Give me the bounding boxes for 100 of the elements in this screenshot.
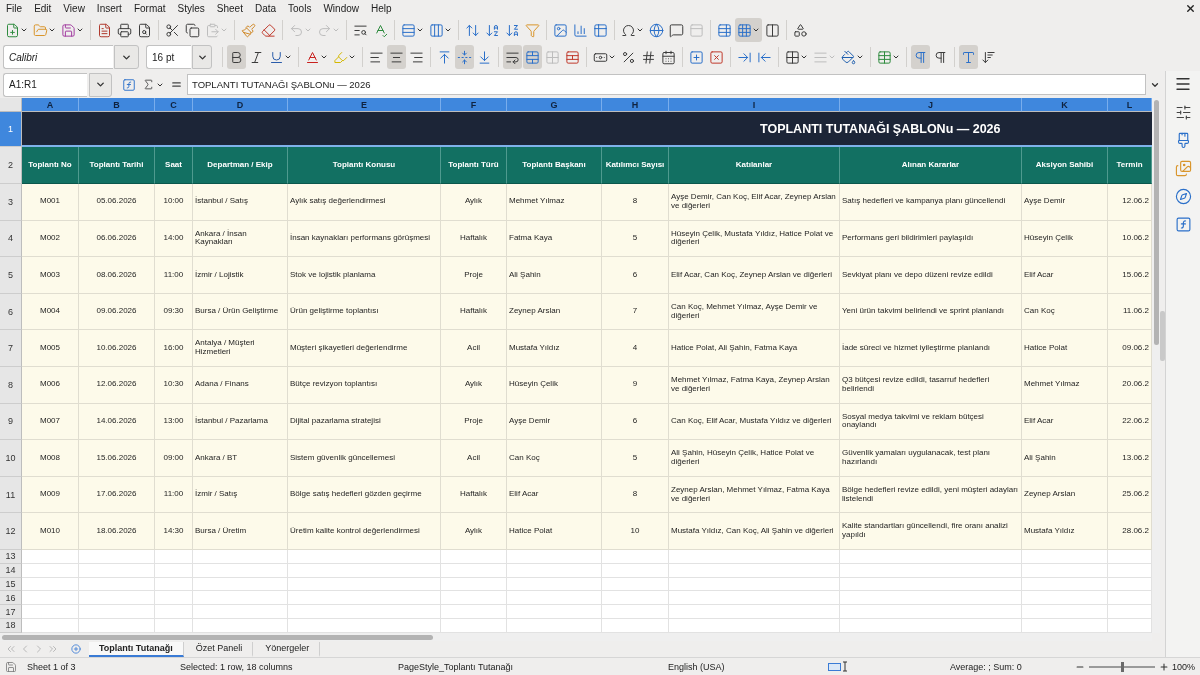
table-cell: Kalite standartları güncellendi, fire oranı analizi yapıldı — [840, 513, 1022, 550]
column-header[interactable]: D — [193, 98, 288, 112]
row-header[interactable]: 12 — [0, 513, 22, 550]
menu-item[interactable]: Help — [365, 0, 398, 17]
column-header[interactable]: K — [1022, 98, 1108, 112]
table-cell: 05.06.2026 — [79, 184, 155, 221]
table-cell: İstanbul / Pazarlama — [193, 403, 288, 441]
sheet-tab[interactable]: Yönergeler — [255, 641, 321, 657]
table-cell: 06.06.2026 — [79, 220, 155, 258]
row-header[interactable]: 2 — [0, 147, 22, 184]
pilcrow-icon — [913, 49, 928, 65]
table-cell: Elif Acar — [507, 476, 602, 514]
table-cell: Ankara / İnsan Kaynakları — [193, 220, 288, 258]
function-icon[interactable] — [1174, 216, 1192, 233]
column-header[interactable]: F — [441, 98, 507, 112]
menu-item[interactable]: Window — [317, 0, 365, 17]
column-header[interactable]: C — [155, 98, 193, 112]
menu-item[interactable]: Styles — [171, 0, 211, 17]
column-heading-cell: Toplantı Türü — [441, 147, 507, 184]
column-heading-cell: Termin — [1108, 147, 1152, 184]
align-center-button[interactable] — [387, 45, 406, 69]
bold-button[interactable] — [227, 45, 246, 69]
plus-circle-icon[interactable] — [71, 644, 81, 654]
title-cell: TOPLANTI TUTANAĞI ŞABLONu — 2026 — [22, 112, 1152, 147]
row-header[interactable]: 17 — [0, 605, 22, 619]
table-cell: Can Koç, Mehmet Yılmaz, Ayşe Demir ve diğerleri — [669, 293, 840, 331]
row-header[interactable]: 5 — [0, 257, 22, 294]
table-cell: Ali Şahin, Hüseyin Çelik, Hatice Polat ve diğerleri — [669, 440, 840, 477]
row-header[interactable]: 11 — [0, 476, 22, 514]
menu-item[interactable]: Sheet — [210, 0, 249, 17]
images-icon[interactable] — [1174, 160, 1192, 177]
close-document-button[interactable] — [1184, 2, 1197, 15]
table-cell: 11:00 — [155, 257, 193, 294]
table-cell: Satış hedefleri ve kampanya planı güncellendi — [840, 184, 1022, 221]
column-header[interactable]: G — [507, 98, 602, 112]
sidebar-collapse-handle[interactable] — [1160, 310, 1165, 361]
formula-input[interactable]: TOPLANTI TUTANAĞI ŞABLONu — 2026 — [187, 74, 1146, 95]
table-cell: M005 — [22, 330, 79, 367]
menu-item[interactable]: File — [0, 0, 29, 17]
menu-item[interactable]: Data — [248, 0, 283, 17]
row-header[interactable]: 10 — [0, 440, 22, 477]
zoom-slider-thumb[interactable] — [1121, 661, 1124, 672]
row-header[interactable]: 4 — [0, 220, 22, 258]
menu-item[interactable]: Tools — [282, 0, 318, 17]
table-cell: 17.06.2026 — [79, 476, 155, 514]
paint-bucket-icon — [841, 49, 856, 65]
column-header[interactable]: L — [1108, 98, 1152, 112]
name-box-dropdown-button[interactable] — [89, 72, 112, 97]
row-header[interactable]: 3 — [0, 184, 22, 221]
row-header[interactable]: 16 — [0, 591, 22, 606]
table-properties-icon — [717, 22, 732, 38]
table-cell: M008 — [22, 440, 79, 477]
row-header[interactable]: 1 — [0, 112, 22, 147]
font-size-dropdown-button[interactable] — [192, 45, 212, 69]
font-name-field[interactable]: Calibri — [3, 45, 113, 69]
column-header[interactable]: J — [840, 98, 1022, 112]
sheet-tab[interactable]: Özet Paneli — [185, 641, 254, 657]
ltr-button[interactable] — [911, 45, 930, 69]
column-header[interactable]: I — [669, 98, 840, 112]
menu-item[interactable]: Insert — [90, 0, 128, 17]
row-header[interactable]: 9 — [0, 403, 22, 441]
compass-icon[interactable] — [1174, 188, 1192, 205]
table-cell: İnsan kaynakları performans görüşmesi — [288, 220, 441, 258]
table-cell: Fatma Kaya — [507, 220, 602, 258]
sliders-icon[interactable] — [1174, 104, 1192, 121]
sheet-tab[interactable]: Toplantı Tutanağı — [89, 641, 184, 657]
column-header[interactable]: H — [602, 98, 669, 112]
spellcheck-icon — [373, 22, 388, 38]
function-wizard-button[interactable] — [120, 76, 138, 93]
merge-center-button[interactable] — [523, 45, 542, 69]
panel-icon — [689, 22, 704, 38]
menu-item[interactable]: Format — [127, 0, 172, 17]
font-size-field[interactable]: 16 pt — [146, 45, 191, 69]
name-box-field[interactable]: A1:R1 — [3, 72, 87, 97]
menu-icon[interactable] — [1174, 75, 1192, 93]
menu-item[interactable]: View — [57, 0, 91, 17]
table-cell: M010 — [22, 513, 79, 550]
column-header[interactable]: E — [288, 98, 441, 112]
row-header[interactable]: 7 — [0, 330, 22, 367]
table-cell: M002 — [22, 220, 79, 258]
table-cell: 09.06.2 — [1108, 330, 1152, 367]
table-cell: Zeynep Arslan, Mehmet Yılmaz, Fatma Kaya ve diğerleri — [669, 476, 840, 514]
menu-item[interactable]: Edit — [28, 0, 58, 17]
wrap-button[interactable] — [503, 45, 522, 69]
row-header[interactable]: 6 — [0, 293, 22, 331]
table-cell: Proje — [441, 257, 507, 294]
table-cell: Bütçe revizyon toplantısı — [288, 366, 441, 404]
text-horizontal-button[interactable] — [959, 45, 978, 69]
table-cell: 13.06.2 — [1108, 440, 1152, 477]
table-cell: 14:00 — [155, 220, 193, 258]
table-cell: Haftalık — [441, 476, 507, 514]
align-middle-button[interactable] — [455, 45, 474, 69]
arrow-down-bars-icon — [981, 49, 996, 65]
column-header[interactable]: B — [79, 98, 155, 112]
plus-icon[interactable] — [1159, 661, 1169, 672]
sheet-position-text: Sheet 1 of 3 — [27, 661, 76, 672]
select-all-corner[interactable] — [0, 98, 22, 112]
rectangle-cursor-icon[interactable] — [828, 661, 848, 672]
column-header[interactable]: A — [22, 98, 79, 112]
row-header[interactable]: 8 — [0, 366, 22, 404]
